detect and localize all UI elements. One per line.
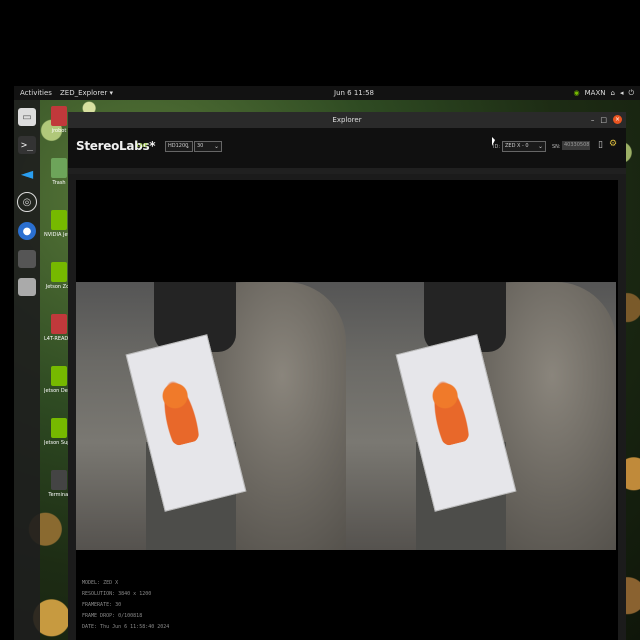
obs-icon[interactable]: ◎ (17, 192, 37, 212)
live-indicator: LIVE (137, 143, 148, 149)
system-tray[interactable]: ◉ MAXN ⌂ ◂ ⏻ (574, 89, 635, 98)
info-frame-drop: FRAME DROP: 0/100818 (82, 613, 143, 619)
toolbar-divider (68, 168, 626, 174)
app-menu[interactable]: ZED_Explorer ▾ (60, 89, 113, 97)
camera-icon[interactable]: ▯ (598, 140, 603, 150)
window-title: Explorer (332, 116, 362, 124)
nvidia-icon (51, 366, 67, 386)
info-date: DATE: Thu Jun 6 11:58:40 2024 (82, 624, 170, 630)
terminal-icon[interactable]: >_ (18, 136, 36, 154)
close-icon[interactable]: × (613, 115, 622, 124)
explorer-window: Explorer – □ × StereoLabs* LIVE HD1200 ⌄ … (68, 112, 626, 640)
folder-icon (51, 314, 67, 334)
gnome-top-bar: Activities ZED_Explorer ▾ Jun 6 11:58 ◉ … (14, 86, 640, 100)
mouse-cursor (492, 137, 495, 146)
stereo-video-feed[interactable] (76, 282, 618, 550)
maximize-icon[interactable]: □ (600, 116, 607, 124)
info-framerate: FRAMERATE: 30 (82, 602, 122, 608)
window-titlebar[interactable]: Explorer – □ × (68, 112, 626, 128)
folder-icon (51, 106, 67, 126)
camera-id-value: ZED X - 0 (505, 143, 529, 149)
serial-number-field: 40330508 (562, 141, 590, 150)
dock: ▭ >_ ◄ ◎ ● (14, 100, 40, 640)
drive-icon[interactable] (18, 278, 36, 296)
chromium-icon[interactable]: ● (18, 222, 36, 240)
chevron-down-icon: ⌄ (537, 143, 543, 150)
volume-icon: ◂ (619, 89, 624, 97)
desktop-screen: Activities ZED_Explorer ▾ Jun 6 11:58 ◉ … (14, 86, 640, 640)
resolution-select[interactable]: HD1200 ⌄ (165, 141, 193, 152)
nvidia-icon (51, 418, 67, 438)
chevron-down-icon: ⌄ (213, 143, 219, 150)
info-model: MODEL: ZED X (82, 580, 119, 586)
camera-viewer[interactable]: MODEL: ZED X RESOLUTION: 3840 x 1200 FRA… (76, 180, 618, 640)
trash-icon (51, 158, 67, 178)
nvidia-icon (51, 262, 67, 282)
sn-label: SN: (552, 144, 561, 150)
left-camera-image (76, 282, 346, 550)
info-resolution: RESOLUTION: 3840 x 1200 (82, 591, 152, 597)
files-icon[interactable]: ▭ (18, 108, 36, 126)
activities-button[interactable]: Activities (20, 89, 52, 97)
power-mode-label[interactable]: MAXN (585, 89, 606, 97)
terminal-icon (51, 470, 67, 490)
camera-info-panel: MODEL: ZED X RESOLUTION: 3840 x 1200 FRA… (82, 578, 169, 633)
nvidia-icon (51, 210, 67, 230)
fps-value: 30 (197, 143, 204, 149)
explorer-toolbar: StereoLabs* LIVE HD1200 ⌄ 30 ⌄ ID: ZED X -… (68, 128, 626, 168)
nvidia-status-icon[interactable]: ◉ (574, 89, 580, 97)
settings-icon[interactable]: ⚙ (609, 139, 617, 149)
vscode-icon[interactable]: ◄ (18, 164, 36, 183)
chevron-down-icon: ⌄ (184, 143, 190, 150)
network-icon: ⌂ (610, 89, 615, 97)
zed-explorer-icon[interactable] (18, 250, 36, 268)
right-camera-image (346, 282, 616, 550)
minimize-icon[interactable]: – (591, 116, 595, 124)
fps-select[interactable]: 30 ⌄ (194, 141, 222, 152)
clock[interactable]: Jun 6 11:58 (334, 89, 374, 97)
power-icon: ⏻ (628, 88, 634, 97)
camera-id-select[interactable]: ZED X - 0 ⌄ (502, 141, 546, 152)
